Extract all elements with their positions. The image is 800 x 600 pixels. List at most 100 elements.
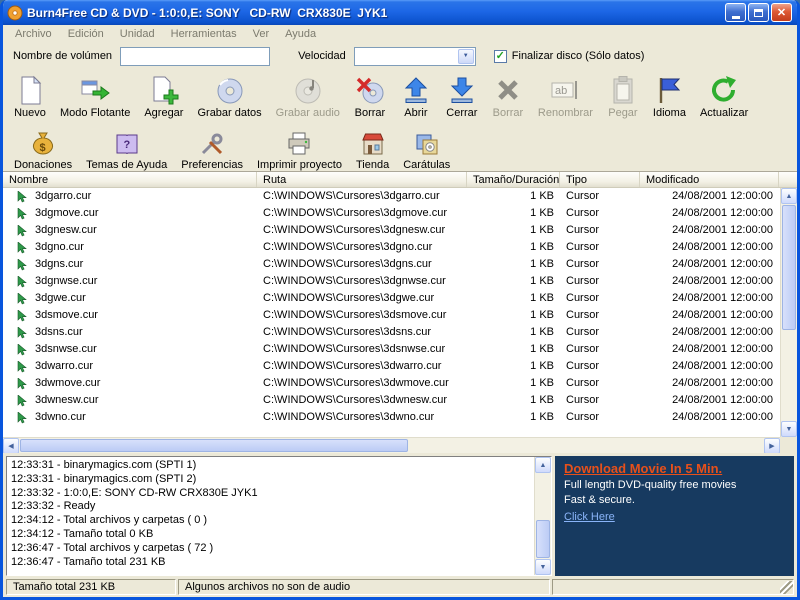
vertical-scroll-thumb[interactable]: [782, 205, 796, 330]
file-modified: 24/08/2001 12:00:00: [640, 409, 779, 426]
toolbar-button-nuevo[interactable]: Nuevo: [7, 71, 53, 121]
table-row[interactable]: 3dsns.cur C:\WINDOWS\Cursores\3dsns.cur …: [3, 324, 780, 341]
speed-label: Velocidad: [298, 50, 346, 62]
menu-archivo[interactable]: Archivo: [7, 27, 60, 41]
toolbar-button-donaciones[interactable]: $ Donaciones: [7, 127, 79, 173]
file-list-vertical-scrollbar[interactable]: ▲ ▼: [780, 188, 797, 437]
table-row[interactable]: 3dgnwse.cur C:\WINDOWS\Cursores\3dgnwse.…: [3, 273, 780, 290]
scroll-right-icon[interactable]: ▶: [764, 438, 780, 453]
file-type: Cursor: [560, 205, 640, 222]
file-path: C:\WINDOWS\Cursores\3dwno.cur: [257, 409, 467, 426]
bottom-panels: 12:33:31 - binarymagics.com (SPTI 1) 12:…: [3, 453, 797, 577]
table-row[interactable]: 3dgns.cur C:\WINDOWS\Cursores\3dgns.cur …: [3, 256, 780, 273]
menu-unidad[interactable]: Unidad: [112, 27, 163, 41]
table-row[interactable]: 3dwnesw.cur C:\WINDOWS\Cursores\3dwnesw.…: [3, 392, 780, 409]
menu-ver[interactable]: Ver: [245, 27, 278, 41]
volume-input[interactable]: [120, 47, 270, 66]
table-row[interactable]: 3dgno.cur C:\WINDOWS\Cursores\3dgno.cur …: [3, 239, 780, 256]
file-path: C:\WINDOWS\Cursores\3dgwe.cur: [257, 290, 467, 307]
log-line: 12:33:31 - binarymagics.com (SPTI 2): [11, 473, 547, 487]
toolbar-button-imprimir[interactable]: Imprimir proyecto: [250, 127, 349, 173]
toolbar-button-cerrar[interactable]: Cerrar: [439, 71, 485, 121]
file-type: Cursor: [560, 409, 640, 426]
toolbar-button-actualizar[interactable]: Actualizar: [693, 71, 755, 121]
close-button[interactable]: ✕: [771, 3, 792, 22]
table-row[interactable]: 3dsmove.cur C:\WINDOWS\Cursores\3dsmove.…: [3, 307, 780, 324]
column-header-tamano[interactable]: Tamaño/Duración: [467, 172, 560, 187]
cursor-file-icon: [16, 293, 28, 305]
title-bar[interactable]: Burn4Free CD & DVD - 1:0:0,E: SONY CD-RW…: [3, 0, 797, 25]
file-path: C:\WINDOWS\Cursores\3dgnesw.cur: [257, 222, 467, 239]
scroll-up-icon[interactable]: ▲: [781, 188, 797, 204]
menu-ayuda[interactable]: Ayuda: [277, 27, 324, 41]
cursor-file-icon: [16, 344, 28, 356]
toolbar-button-borrar-disco[interactable]: Borrar: [347, 71, 393, 121]
table-row[interactable]: 3dsnwse.cur C:\WINDOWS\Cursores\3dsnwse.…: [3, 341, 780, 358]
toolbar-button-modo-flotante[interactable]: Modo Flotante: [53, 71, 137, 121]
maximize-button[interactable]: [748, 3, 769, 22]
column-header-modificado[interactable]: Modificado: [640, 172, 779, 187]
ad-click-here-link[interactable]: Click Here: [564, 510, 615, 525]
column-header-stub: [779, 172, 797, 187]
menu-herramientas[interactable]: Herramientas: [163, 27, 245, 41]
toolbar-button-temas-ayuda[interactable]: ? Temas de Ayuda: [79, 127, 174, 173]
status-bar: Tamaño total 231 KB Algunos archivos no …: [3, 577, 797, 597]
table-row[interactable]: 3dgnesw.cur C:\WINDOWS\Cursores\3dgnesw.…: [3, 222, 780, 239]
toolbar-button-tienda[interactable]: Tienda: [349, 127, 396, 173]
toolbar-button-idioma[interactable]: Idioma: [646, 71, 693, 121]
table-row[interactable]: 3dgwe.cur C:\WINDOWS\Cursores\3dgwe.cur …: [3, 290, 780, 307]
toolbar-button-preferencias[interactable]: Preferencias: [174, 127, 250, 173]
column-header-nombre[interactable]: Nombre: [3, 172, 257, 187]
column-header-ruta[interactable]: Ruta: [257, 172, 467, 187]
log-scroll-thumb[interactable]: [536, 520, 550, 558]
toolbar-button-pegar: Pegar: [600, 71, 646, 121]
toolbar-button-abrir[interactable]: Abrir: [393, 71, 439, 121]
menu-edicion[interactable]: Edición: [60, 27, 112, 41]
file-list-horizontal-scrollbar[interactable]: ◀ ▶: [3, 437, 780, 453]
ad-headline-link[interactable]: Download Movie In 5 Min.: [564, 461, 722, 476]
table-row[interactable]: 3dgmove.cur C:\WINDOWS\Cursores\3dgmove.…: [3, 205, 780, 222]
horizontal-scroll-track[interactable]: [19, 438, 764, 453]
file-type: Cursor: [560, 188, 640, 205]
toolbar-button-caratulas[interactable]: Carátulas: [396, 127, 457, 173]
file-modified: 24/08/2001 12:00:00: [640, 239, 779, 256]
vertical-scroll-track[interactable]: [781, 204, 797, 421]
help-topics-icon: ?: [113, 130, 141, 158]
file-path: C:\WINDOWS\Cursores\3dgnwse.cur: [257, 273, 467, 290]
table-row[interactable]: 3dwmove.cur C:\WINDOWS\Cursores\3dwmove.…: [3, 375, 780, 392]
file-name: 3dwarro.cur: [35, 358, 93, 375]
file-type: Cursor: [560, 358, 640, 375]
file-size: 1 KB: [467, 358, 560, 375]
finalize-checkbox[interactable]: ✓: [494, 50, 507, 63]
file-modified: 24/08/2001 12:00:00: [640, 222, 779, 239]
scroll-down-icon[interactable]: ▼: [535, 559, 551, 575]
table-row[interactable]: 3dwno.cur C:\WINDOWS\Cursores\3dwno.cur …: [3, 409, 780, 426]
file-path: C:\WINDOWS\Cursores\3dgmove.cur: [257, 205, 467, 222]
toolbar-button-grabar-datos[interactable]: Grabar datos: [190, 71, 268, 121]
toolbar-button-agregar[interactable]: Agregar: [137, 71, 190, 121]
scroll-left-icon[interactable]: ◀: [3, 438, 19, 453]
cursor-file-icon: [16, 310, 28, 322]
chevron-down-icon[interactable]: ▼: [458, 49, 474, 64]
log-vertical-scrollbar[interactable]: ▲ ▼: [534, 457, 551, 575]
scroll-down-icon[interactable]: ▼: [781, 421, 797, 437]
log-scroll-track[interactable]: [535, 473, 551, 559]
file-modified: 24/08/2001 12:00:00: [640, 341, 779, 358]
paste-icon: [607, 74, 639, 106]
table-row[interactable]: 3dwarro.cur C:\WINDOWS\Cursores\3dwarro.…: [3, 358, 780, 375]
file-path: C:\WINDOWS\Cursores\3dsnwse.cur: [257, 341, 467, 358]
minimize-button[interactable]: [725, 3, 746, 22]
file-size: 1 KB: [467, 409, 560, 426]
resize-grip[interactable]: [780, 581, 793, 594]
log-line: 12:33:32 - 1:0:0,E: SONY CD-RW CRX830E J…: [11, 487, 547, 501]
file-path: C:\WINDOWS\Cursores\3dwmove.cur: [257, 375, 467, 392]
speed-combo[interactable]: ▼: [354, 47, 476, 66]
svg-text:$: $: [40, 142, 46, 154]
horizontal-scroll-thumb[interactable]: [20, 439, 408, 452]
table-row[interactable]: 3dgarro.cur C:\WINDOWS\Cursores\3dgarro.…: [3, 188, 780, 205]
app-window: Burn4Free CD & DVD - 1:0:0,E: SONY CD-RW…: [0, 0, 800, 600]
menu-bar: Archivo Edición Unidad Herramientas Ver …: [3, 25, 797, 43]
column-header-tipo[interactable]: Tipo: [560, 172, 640, 187]
file-type: Cursor: [560, 273, 640, 290]
scroll-up-icon[interactable]: ▲: [535, 457, 551, 473]
